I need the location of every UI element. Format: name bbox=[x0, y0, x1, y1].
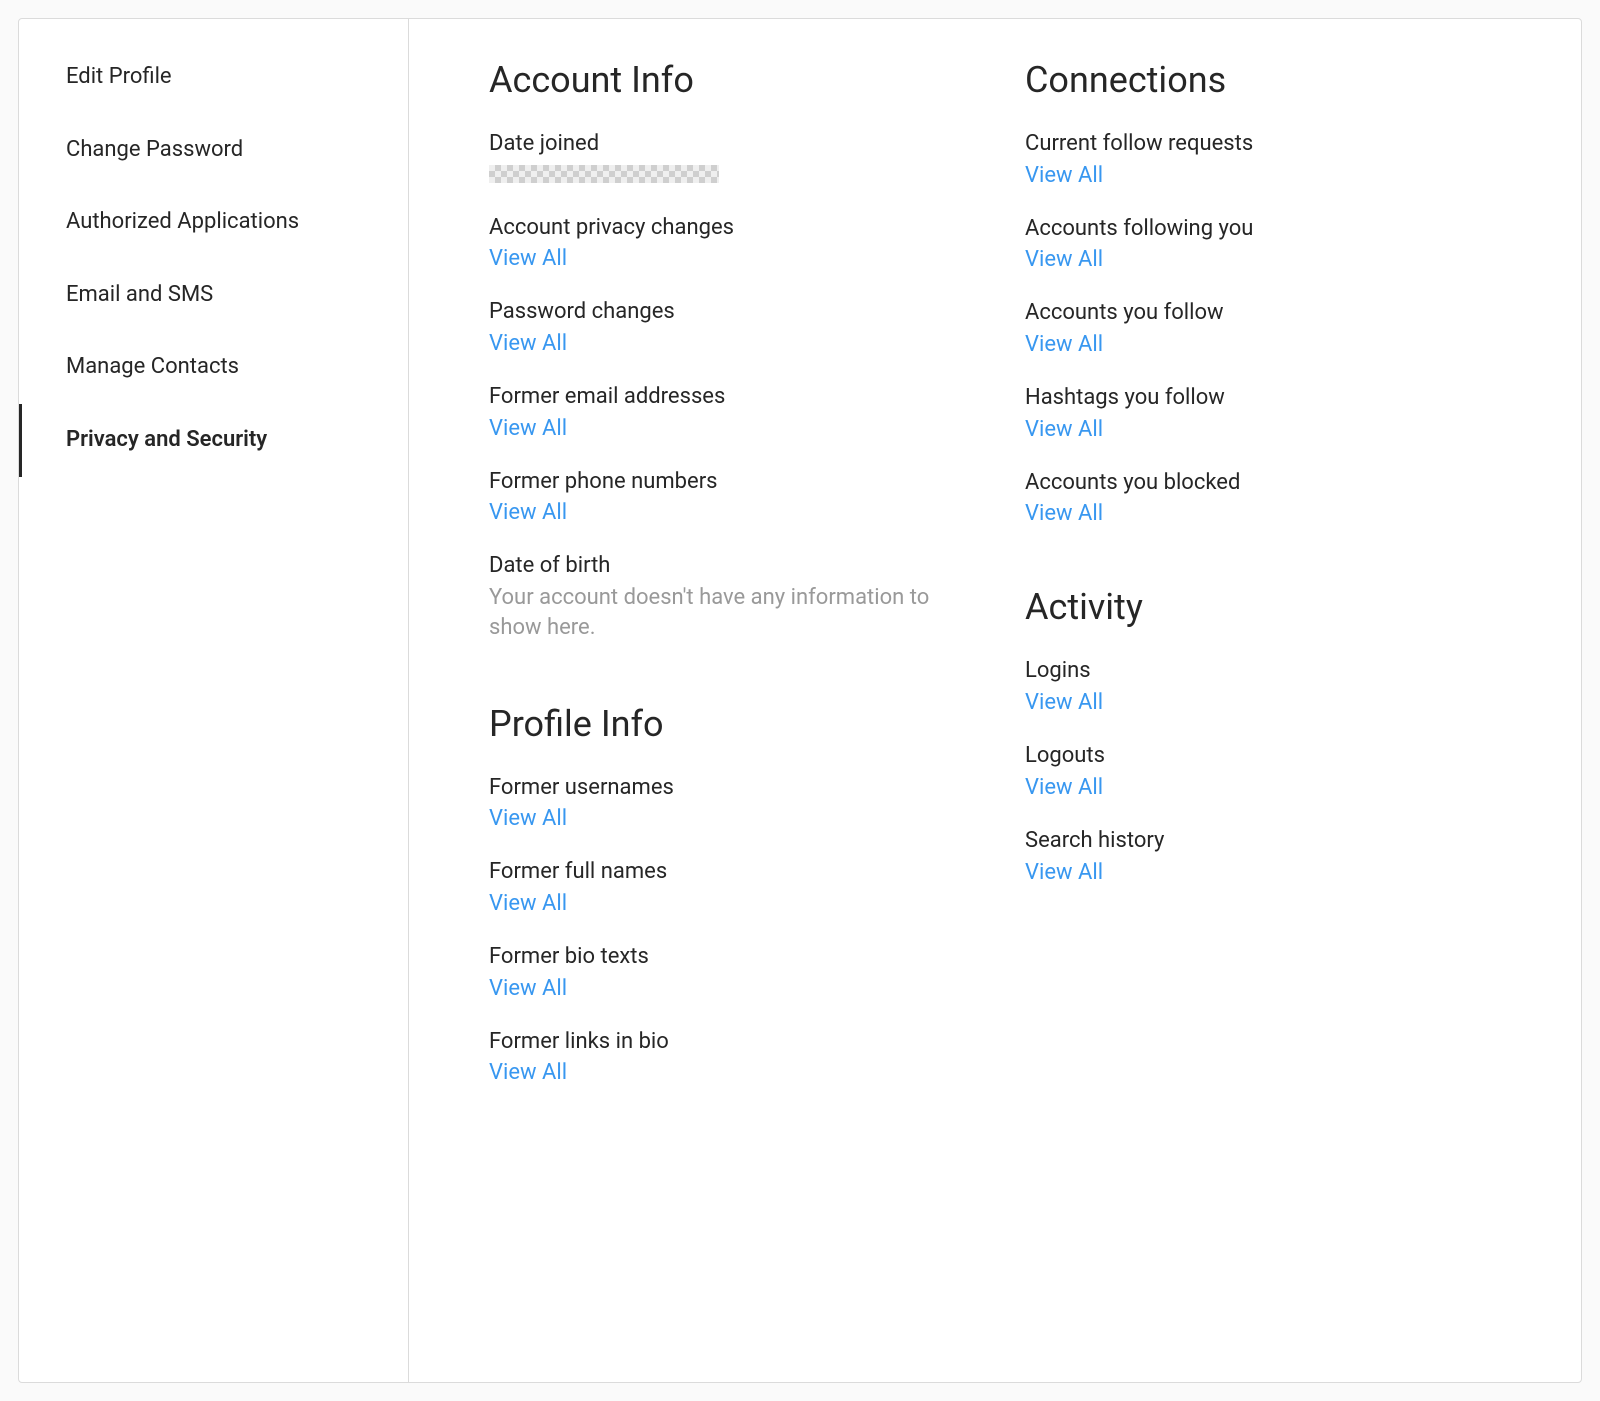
right-column: Connections Current follow requests View A… bbox=[1025, 59, 1521, 1342]
view-all-link[interactable]: View All bbox=[1025, 332, 1103, 357]
item-password-changes: Password changes View All bbox=[489, 297, 985, 356]
view-all-link[interactable]: View All bbox=[1025, 775, 1103, 800]
sidebar-item-email-and-sms[interactable]: Email and SMS bbox=[19, 259, 408, 332]
item-label: Search history bbox=[1025, 826, 1521, 856]
item-label: Former full names bbox=[489, 857, 985, 887]
sidebar-item-label: Email and SMS bbox=[66, 282, 213, 307]
view-all-link[interactable]: View All bbox=[489, 806, 567, 831]
item-former-email-addresses: Former email addresses View All bbox=[489, 382, 985, 441]
item-label: Accounts you blocked bbox=[1025, 468, 1521, 498]
item-search-history: Search history View All bbox=[1025, 826, 1521, 885]
section-title: Connections bbox=[1025, 59, 1521, 101]
item-logins: Logins View All bbox=[1025, 656, 1521, 715]
sidebar-item-label: Change Password bbox=[66, 137, 243, 162]
view-all-link[interactable]: View All bbox=[489, 891, 567, 916]
section-connections: Connections Current follow requests View A… bbox=[1025, 59, 1521, 526]
item-label: Logins bbox=[1025, 656, 1521, 686]
item-label: Date joined bbox=[489, 129, 985, 159]
view-all-link[interactable]: View All bbox=[1025, 417, 1103, 442]
item-label: Accounts you follow bbox=[1025, 298, 1521, 328]
section-profile-info: Profile InfoFormer usernamesView AllForm… bbox=[489, 703, 985, 1086]
sidebar-item-privacy-and-security[interactable]: Privacy and Security bbox=[19, 404, 408, 477]
item-label: Date of birth bbox=[489, 551, 985, 581]
view-all-link[interactable]: View All bbox=[489, 976, 567, 1001]
sidebar-item-change-password[interactable]: Change Password bbox=[19, 114, 408, 187]
empty-text: Your account doesn't have any informatio… bbox=[489, 583, 985, 642]
sidebar-item-authorized-applications[interactable]: Authorized Applications bbox=[19, 186, 408, 259]
item-label: Former links in bio bbox=[489, 1027, 985, 1057]
item-accounts-you-blocked: Accounts you blocked View All bbox=[1025, 468, 1521, 527]
sidebar-item-edit-profile[interactable]: Edit Profile bbox=[19, 41, 408, 114]
item-former-usernames: Former usernames View All bbox=[489, 773, 985, 832]
view-all-link[interactable]: View All bbox=[1025, 163, 1103, 188]
redacted-value bbox=[489, 165, 719, 183]
item-date-joined: Date joined bbox=[489, 129, 985, 187]
item-accounts-following-you: Accounts following you View All bbox=[1025, 214, 1521, 273]
item-label: Account privacy changes bbox=[489, 213, 985, 243]
item-label: Password changes bbox=[489, 297, 985, 327]
item-logouts: Logouts View All bbox=[1025, 741, 1521, 800]
view-all-link[interactable]: View All bbox=[489, 500, 567, 525]
view-all-link[interactable]: View All bbox=[489, 416, 567, 441]
view-all-link[interactable]: View All bbox=[1025, 247, 1103, 272]
sidebar-item-label: Edit Profile bbox=[66, 64, 172, 89]
item-label: Former usernames bbox=[489, 773, 985, 803]
view-all-link[interactable]: View All bbox=[1025, 501, 1103, 526]
item-former-links-in-bio: Former links in bio View All bbox=[489, 1027, 985, 1086]
view-all-link[interactable]: View All bbox=[1025, 690, 1103, 715]
item-label: Hashtags you follow bbox=[1025, 383, 1521, 413]
item-former-phone-numbers: Former phone numbers View All bbox=[489, 467, 985, 526]
item-label: Former phone numbers bbox=[489, 467, 985, 497]
settings-content: Account Info Date joined Account privacy c… bbox=[409, 19, 1581, 1382]
item-account-privacy-changes: Account privacy changes View All bbox=[489, 213, 985, 272]
item-label: Former email addresses bbox=[489, 382, 985, 412]
section-title: Activity bbox=[1025, 586, 1521, 628]
item-former-bio-texts: Former bio texts View All bbox=[489, 942, 985, 1001]
item-label: Current follow requests bbox=[1025, 129, 1521, 159]
sidebar-item-label: Authorized Applications bbox=[66, 209, 299, 234]
settings-panel: Edit Profile Change Password Authorized Ap… bbox=[18, 18, 1582, 1383]
view-all-link[interactable]: View All bbox=[489, 331, 567, 356]
sidebar-item-label: Manage Contacts bbox=[66, 354, 239, 379]
left-column: Account Info Date joined Account privacy c… bbox=[489, 59, 985, 1342]
sidebar-item-manage-contacts[interactable]: Manage Contacts bbox=[19, 331, 408, 404]
section-title: Profile Info bbox=[489, 703, 985, 745]
item-former-full-names: Former full names View All bbox=[489, 857, 985, 916]
item-label: Logouts bbox=[1025, 741, 1521, 771]
view-all-link[interactable]: View All bbox=[489, 1060, 567, 1085]
item-date-of-birth: Date of birthYour account doesn't have a… bbox=[489, 551, 985, 642]
section-activity: ActivityLoginsView AllLogoutsView AllSea… bbox=[1025, 586, 1521, 884]
section-account-info: Account Info Date joined Account privacy c… bbox=[489, 59, 985, 643]
section-title: Account Info bbox=[489, 59, 985, 101]
view-all-link[interactable]: View All bbox=[1025, 860, 1103, 885]
item-hashtags-you-follow: Hashtags you follow View All bbox=[1025, 383, 1521, 442]
view-all-link[interactable]: View All bbox=[489, 246, 567, 271]
sidebar-item-label: Privacy and Security bbox=[66, 427, 267, 452]
item-current-follow-requests: Current follow requests View All bbox=[1025, 129, 1521, 188]
settings-sidebar: Edit Profile Change Password Authorized Ap… bbox=[19, 19, 409, 1382]
item-label: Former bio texts bbox=[489, 942, 985, 972]
item-accounts-you-follow: Accounts you follow View All bbox=[1025, 298, 1521, 357]
item-label: Accounts following you bbox=[1025, 214, 1521, 244]
